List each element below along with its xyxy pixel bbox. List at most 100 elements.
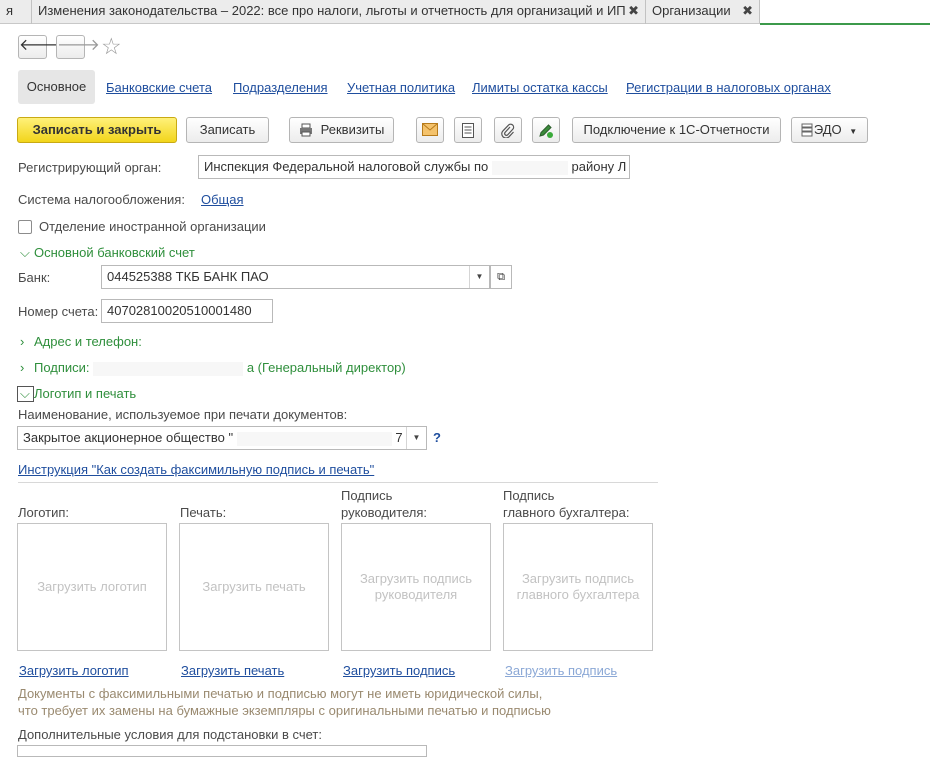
window-tab-bar: я Изменения законодательства – 2022: все… xyxy=(0,0,930,25)
print-name-input[interactable]: Закрытое акционерное общество " 7 ▼ xyxy=(17,426,427,450)
back-button[interactable]: 🡐 xyxy=(18,35,62,59)
chevron-down-icon: ⌵ xyxy=(20,245,30,260)
pen-check-icon xyxy=(539,124,553,138)
tax-system-label: Система налогообложения: xyxy=(18,192,185,207)
connect-reporting-button[interactable]: Подключение к 1С-Отчетности xyxy=(572,117,781,143)
redacted-region xyxy=(491,160,568,175)
stamp-placeholder: Загрузить печать xyxy=(202,579,306,594)
tab-label: Организации xyxy=(652,3,731,18)
tab-organizations[interactable]: Организации ✖ xyxy=(646,0,760,24)
redacted-region xyxy=(93,361,244,376)
envelope-icon xyxy=(422,123,438,136)
director-signature-image-box[interactable]: Загрузить подпись руководителя xyxy=(341,523,491,651)
logo-section-toggle[interactable]: ⌵ Логотип и печать xyxy=(20,386,136,402)
save-button[interactable]: Записать xyxy=(186,117,269,143)
accountant-signature-image-box[interactable]: Загрузить подпись главного бухгалтера xyxy=(503,523,653,651)
director-signature-label-line2: руководителя: xyxy=(341,505,428,520)
tab-legislation-changes[interactable]: Изменения законодательства – 2022: все п… xyxy=(32,0,646,24)
accountant-signature-placeholder: Загрузить подпись главного бухгалтера xyxy=(516,571,640,602)
tab-cash-limits[interactable]: Лимиты остатка кассы xyxy=(472,80,608,95)
star-icon[interactable]: ☆ xyxy=(101,33,122,60)
address-section-toggle[interactable]: › Адрес и телефон: xyxy=(20,334,142,349)
upload-director-signature-link[interactable]: Загрузить подпись xyxy=(343,663,455,678)
document-button[interactable] xyxy=(454,117,482,143)
logo-image-box[interactable]: Загрузить логотип xyxy=(17,523,167,651)
tab-tax-registrations[interactable]: Регистрации в налоговых органах xyxy=(626,80,831,95)
stamp-label: Печать: xyxy=(180,505,227,520)
attach-button[interactable] xyxy=(494,117,522,143)
print-name-label: Наименование, используемое при печати до… xyxy=(18,407,348,422)
requisites-label: Реквизиты xyxy=(320,122,385,137)
chevron-down-icon: ⌵ xyxy=(20,386,30,401)
reg-authority-value: Инспекция Федеральной налоговой службы п… xyxy=(204,159,489,174)
open-window-icon: ⧉ xyxy=(497,271,505,283)
help-icon[interactable]: ? xyxy=(433,430,441,445)
chevron-down-icon: ▼ xyxy=(849,127,858,136)
logo-section-label: Логотип и печать xyxy=(34,386,137,401)
logo-placeholder: Загрузить логотип xyxy=(37,579,147,594)
document-list-icon xyxy=(462,123,474,138)
instruction-link[interactable]: Инструкция "Как создать факсимильную под… xyxy=(18,462,374,477)
upload-accountant-signature-link[interactable]: Загрузить подпись xyxy=(505,663,617,678)
accountant-signature-label-line1: Подпись xyxy=(503,488,555,503)
open-bank-button[interactable]: ⧉ xyxy=(490,265,512,289)
bank-input[interactable]: 044525388 ТКБ БАНК ПАО ▼ xyxy=(101,265,490,289)
edo-button[interactable]: ЭДО ▼ xyxy=(791,117,868,143)
logo-label: Логотип: xyxy=(18,505,70,520)
print-name-value: Закрытое акционерное общество " xyxy=(23,430,234,445)
extra-conditions-input[interactable] xyxy=(17,745,427,757)
bank-section-label: Основной банковский счет xyxy=(34,245,195,260)
upload-logo-link[interactable]: Загрузить логотип xyxy=(19,663,129,678)
email-button[interactable] xyxy=(416,117,444,143)
upload-stamp-link[interactable]: Загрузить печать xyxy=(181,663,284,678)
reg-authority-input[interactable]: Инспекция Федеральной налоговой службы п… xyxy=(198,155,630,179)
tab-main[interactable]: Основное xyxy=(18,70,95,104)
legal-note-line1: Документы с факсимильными печатью и подп… xyxy=(18,686,543,701)
accountant-signature-label-line2: главного бухгалтера: xyxy=(503,505,630,520)
forward-button[interactable]: 🡒 xyxy=(56,35,100,59)
printer-icon xyxy=(300,123,312,137)
extra-conditions-label: Дополнительные условия для подстановки в… xyxy=(18,727,322,742)
tab-previous[interactable]: я xyxy=(0,0,32,24)
reg-authority-value-tail: району Л xyxy=(571,159,627,174)
tab-main-label: Основное xyxy=(26,79,87,94)
divider xyxy=(18,482,658,483)
account-label: Номер счета: xyxy=(18,304,99,319)
tab-divisions[interactable]: Подразделения xyxy=(233,80,328,95)
signatures-section-label: Подписи: xyxy=(34,360,90,375)
print-name-value-tail: 7 xyxy=(395,430,403,445)
account-input[interactable]: 40702810020510001480 xyxy=(101,299,273,323)
signatures-tail: а (Генеральный директор) xyxy=(246,360,406,375)
edit-signature-button[interactable] xyxy=(532,117,560,143)
tab-bank-accounts[interactable]: Банковские счета xyxy=(106,80,212,95)
arrow-right-icon: 🡒 xyxy=(57,37,100,54)
director-signature-placeholder: Загрузить подпись руководителя xyxy=(359,571,473,602)
dropdown-arrow-icon[interactable]: ▼ xyxy=(406,427,426,449)
close-icon[interactable]: ✖ xyxy=(628,0,639,22)
paperclip-icon xyxy=(501,123,515,138)
foreign-branch-checkbox[interactable] xyxy=(18,220,32,234)
foreign-branch-label: Отделение иностранной организации xyxy=(39,219,266,234)
close-icon[interactable]: ✖ xyxy=(742,0,753,22)
chevron-right-icon: › xyxy=(20,360,25,375)
save-and-close-button[interactable]: Записать и закрыть xyxy=(17,117,177,143)
tab-accounting-policy[interactable]: Учетная политика xyxy=(347,80,455,95)
dropdown-arrow-icon[interactable]: ▼ xyxy=(469,266,489,288)
bank-section-toggle[interactable]: ⌵ Основной банковский счет xyxy=(20,245,195,261)
reg-authority-label: Регистрирующий орган: xyxy=(18,160,162,175)
chevron-right-icon: › xyxy=(20,334,25,349)
bank-value: 044525388 ТКБ БАНК ПАО xyxy=(107,269,269,284)
director-signature-label-line1: Подпись xyxy=(341,488,393,503)
account-value: 40702810020510001480 xyxy=(107,303,252,318)
tab-label: Изменения законодательства – 2022: все п… xyxy=(38,3,626,18)
legal-note-line2: что требует их замены на бумажные экземп… xyxy=(18,703,551,718)
requisites-button[interactable]: Реквизиты xyxy=(289,117,394,143)
tab-current[interactable] xyxy=(760,0,930,25)
address-section-label: Адрес и телефон: xyxy=(34,334,142,349)
tax-system-link[interactable]: Общая xyxy=(201,192,244,207)
redacted-region xyxy=(236,431,392,446)
tab-label: я xyxy=(6,3,14,18)
signatures-section-toggle[interactable]: › Подписи: а (Генеральный директор) xyxy=(20,360,406,376)
stamp-image-box[interactable]: Загрузить печать xyxy=(179,523,329,651)
bank-label: Банк: xyxy=(18,270,51,285)
